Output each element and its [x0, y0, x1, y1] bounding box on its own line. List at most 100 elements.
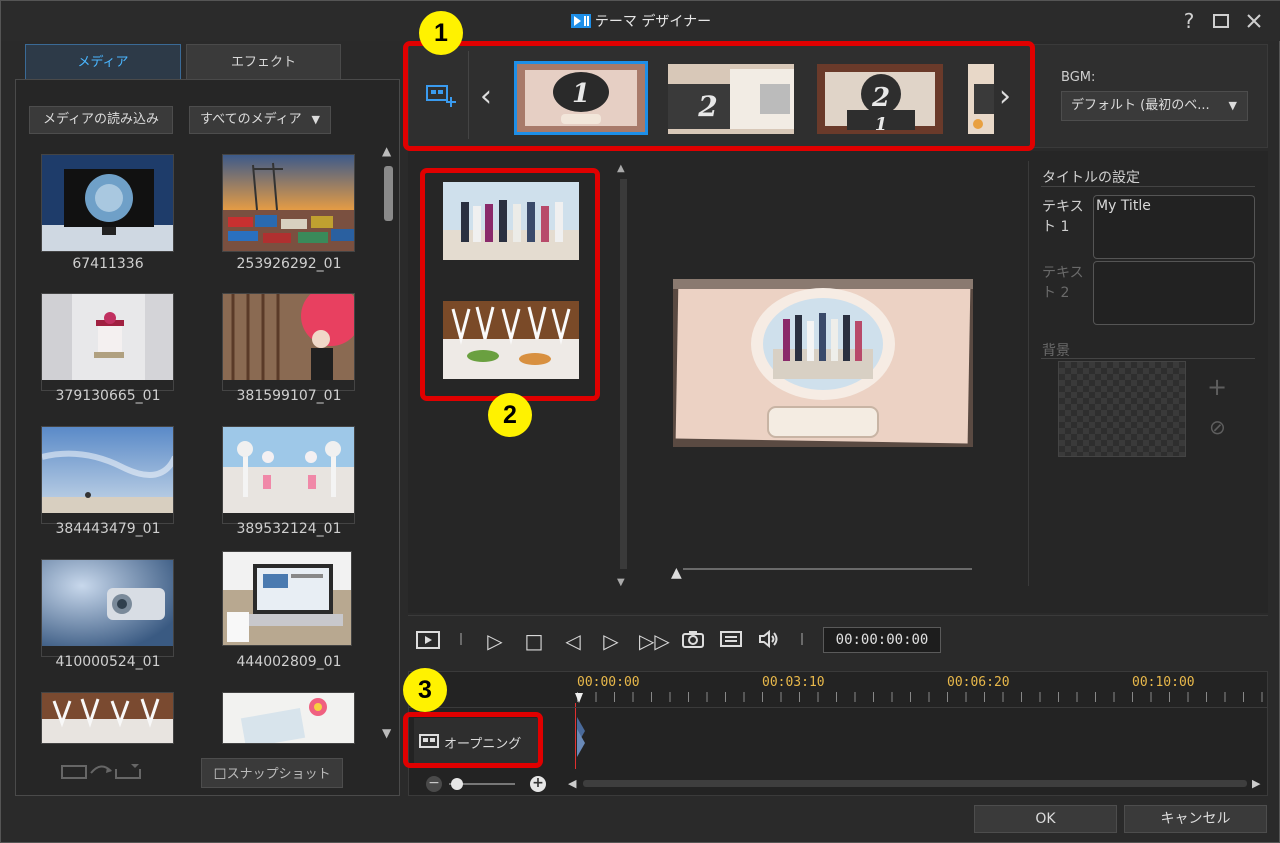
bgm-value: デフォルト (最初のベ...: [1071, 98, 1210, 113]
clip-marker-svg: [577, 717, 585, 757]
zoom-in-icon[interactable]: +: [530, 776, 546, 792]
import-media-button[interactable]: メディアの読み込み: [29, 106, 173, 134]
harbor-image: [223, 155, 354, 251]
projector-image: [42, 560, 173, 646]
text1-field[interactable]: My Title: [1093, 195, 1255, 259]
window-title-text: テーマ デザイナー: [594, 14, 712, 30]
tab-media[interactable]: メディア: [25, 44, 181, 80]
preview-mode-icon-svg: [416, 631, 440, 649]
media-thumb-beach[interactable]: [41, 426, 174, 524]
text2-label: テキスト 2: [1042, 265, 1084, 301]
preview-slider-track[interactable]: [683, 568, 972, 570]
media-thumb-laptop[interactable]: [222, 551, 352, 646]
scroll-down-icon[interactable]: ▼: [617, 577, 625, 588]
volume-icon[interactable]: [757, 629, 781, 653]
title-settings-heading: タイトルの設定: [1042, 170, 1140, 186]
snapshot-icon[interactable]: [681, 629, 705, 653]
laptop-image: [223, 552, 351, 645]
close-icon: [1247, 14, 1261, 28]
media-filter-value: すべてのメディア: [200, 112, 302, 127]
playhead-marker[interactable]: [575, 693, 583, 703]
clip-marker[interactable]: [577, 717, 587, 757]
add-background-icon[interactable]: +: [1207, 373, 1227, 401]
app-logo-icon: [570, 14, 591, 28]
scroll-down-icon[interactable]: ▼: [382, 726, 391, 740]
settings-rule: [1041, 358, 1255, 359]
next-frame-icon[interactable]: ▷: [599, 629, 623, 653]
zoom-slider-handle[interactable]: [451, 778, 463, 790]
playhead-line: [575, 703, 576, 769]
text2-field[interactable]: [1093, 261, 1255, 325]
media-label: 67411336: [72, 256, 144, 272]
media-thumb-parasol[interactable]: [222, 293, 355, 391]
snapshot-button[interactable]: ◻スナップショット: [201, 758, 343, 788]
parasol-image: [223, 294, 354, 380]
media-thumb-cake[interactable]: [41, 293, 174, 391]
media-thumb-wedding-aisle[interactable]: [222, 426, 355, 524]
highlight-box-2: [420, 168, 600, 401]
media-scrollbar-thumb[interactable]: [384, 166, 393, 221]
text1-label: テキスト 1: [1042, 199, 1084, 235]
background-preview[interactable]: [1058, 361, 1186, 457]
chevron-down-icon: ▼: [311, 113, 320, 126]
stop-icon[interactable]: □: [522, 629, 546, 653]
play-icon[interactable]: ▷: [483, 629, 507, 653]
media-thumb-glasses[interactable]: [41, 692, 174, 744]
camera-icon: ◻: [213, 763, 227, 782]
subtitles-icon-svg: [720, 631, 742, 647]
timecode-display[interactable]: 00:00:00:00: [823, 627, 941, 653]
window-title: テーマ デザイナー: [1, 11, 1280, 31]
film-swap-icon: [61, 761, 143, 781]
snapshot-label: スナップショット: [226, 767, 331, 782]
timeline-scroll-left-icon[interactable]: ◀: [568, 777, 576, 790]
bgm-select[interactable]: デフォルト (最初のベ... ▼: [1061, 91, 1248, 121]
media-label: 444002809_01: [236, 654, 342, 670]
preview-slider-handle[interactable]: ▲: [671, 565, 682, 581]
media-filter-select[interactable]: すべてのメディア ▼: [189, 106, 331, 134]
close-button[interactable]: [1242, 9, 1266, 33]
media-thumb-harbor[interactable]: [222, 154, 355, 252]
chevron-down-icon: ▼: [1228, 99, 1237, 112]
preview-canvas: [673, 279, 973, 447]
subtitles-icon[interactable]: [719, 629, 743, 653]
fast-forward-icon[interactable]: ▷▷: [639, 629, 670, 653]
flower-image: [223, 693, 354, 743]
glasses-image: [42, 693, 173, 743]
settings-divider: [1028, 161, 1029, 586]
annotation-badge: 1: [419, 11, 463, 55]
maximize-button[interactable]: [1209, 9, 1233, 33]
settings-rule: [1041, 186, 1255, 187]
film-swap-icon-svg: [61, 764, 141, 779]
bgm-label: BGM:: [1061, 70, 1096, 85]
timeline-scrollbar[interactable]: [583, 780, 1247, 787]
ok-button[interactable]: OK: [974, 805, 1117, 833]
slot-scrollbar[interactable]: [620, 179, 627, 569]
media-label: 410000524_01: [55, 654, 161, 670]
remove-background-icon[interactable]: ⊘: [1209, 415, 1226, 439]
ruler-time-label: 00:03:10: [762, 675, 825, 690]
media-label: 381599107_01: [236, 388, 342, 404]
ruler-time-label: 00:10:00: [1132, 675, 1195, 690]
timeline-scroll-right-icon[interactable]: ▶: [1252, 777, 1260, 790]
media-label: 389532124_01: [236, 521, 342, 537]
tab-effect[interactable]: エフェクト: [186, 44, 341, 80]
scroll-up-icon[interactable]: ▲: [617, 163, 625, 174]
help-button[interactable]: ?: [1177, 9, 1201, 33]
previous-frame-icon[interactable]: ◁: [561, 629, 585, 653]
control-separator: [801, 633, 803, 645]
ruler-time-label: 00:00:00: [577, 675, 640, 690]
media-thumb-projector[interactable]: [41, 559, 174, 657]
cake-image: [42, 294, 173, 380]
preview-mode-icon[interactable]: [416, 629, 440, 653]
scroll-up-icon[interactable]: ▲: [382, 144, 391, 158]
monitor-image: [42, 155, 173, 251]
timeline-ruler-ticks: [577, 692, 1267, 702]
media-thumb-flower[interactable]: [222, 692, 355, 744]
background-label: 背景: [1042, 343, 1070, 359]
theme-designer-window: テーマ デザイナー ? メディア エフェクト メディアの読み込み すべてのメディ…: [0, 0, 1280, 843]
media-thumb-monitor[interactable]: [41, 154, 174, 252]
zoom-out-icon[interactable]: −: [426, 776, 442, 792]
annotation-badge: 3: [403, 668, 447, 712]
cancel-button[interactable]: キャンセル: [1124, 805, 1267, 833]
ruler-time-label: 00:06:20: [947, 675, 1010, 690]
